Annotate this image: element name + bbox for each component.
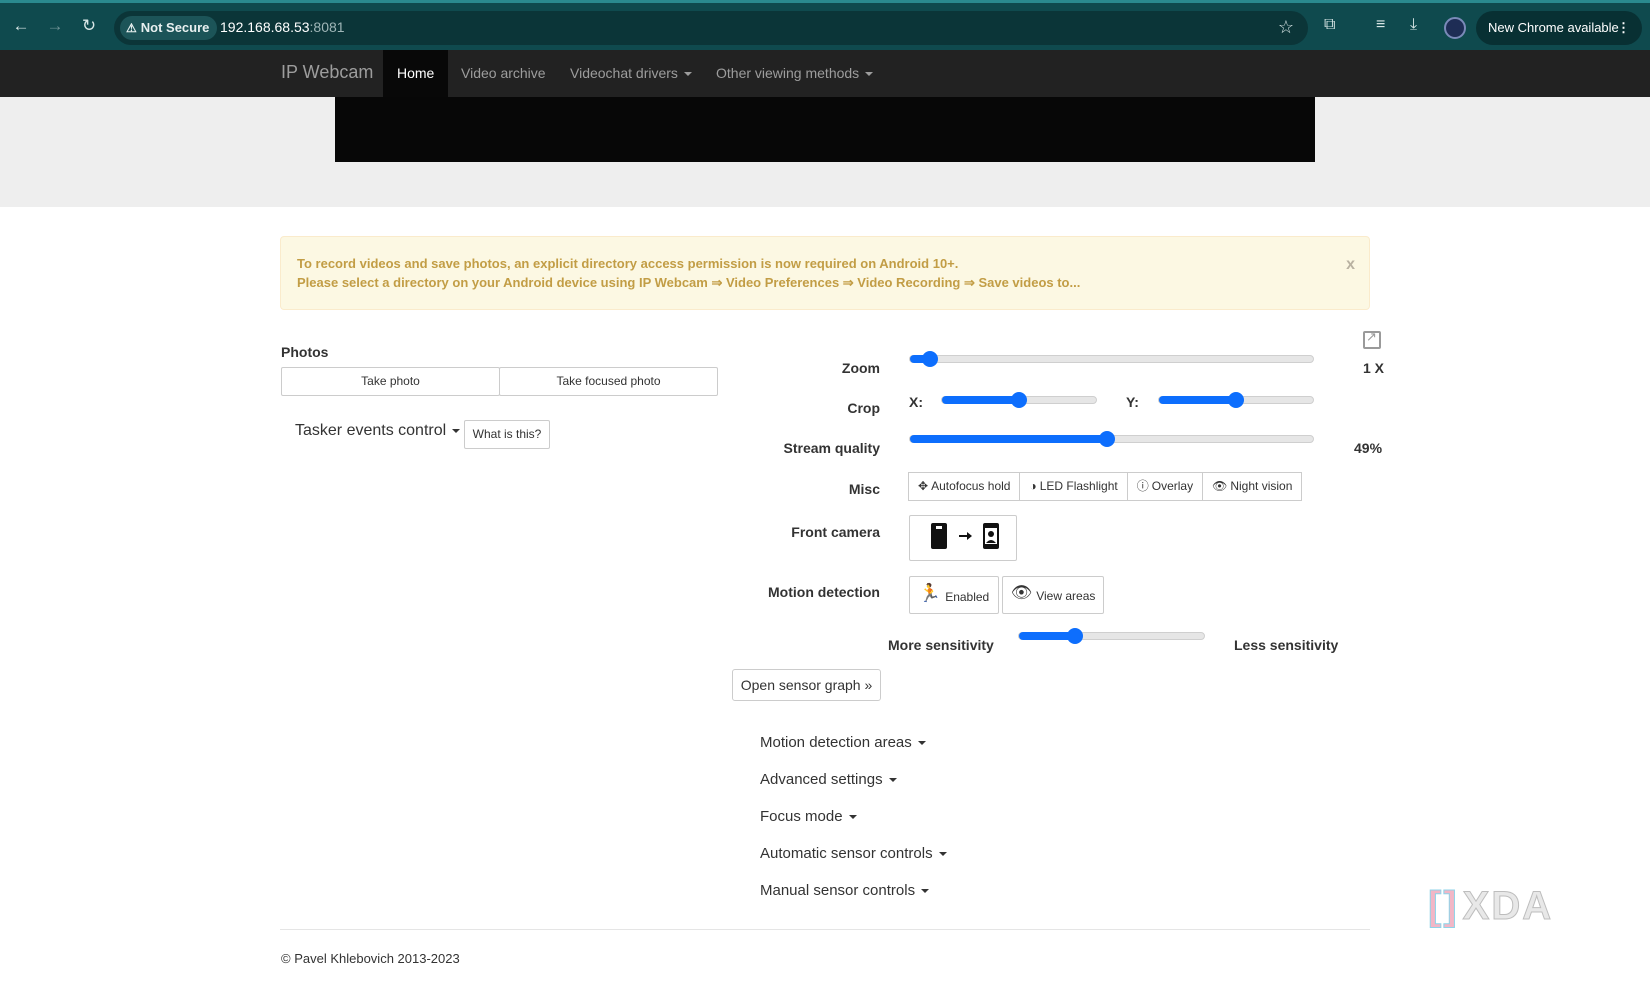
nav-other-viewing-methods[interactable]: Other viewing methods bbox=[702, 50, 887, 97]
caret-down-icon bbox=[921, 889, 930, 894]
more-sensitivity-label: More sensitivity bbox=[888, 637, 994, 653]
crop-y-slider[interactable] bbox=[1158, 392, 1314, 408]
motion-detection-areas-toggle[interactable]: Motion detection areas bbox=[760, 734, 926, 751]
crop-y-label: Y: bbox=[1126, 394, 1139, 410]
eye-icon: 👁 bbox=[1010, 583, 1033, 602]
view-areas-button[interactable]: 👁 View areas bbox=[1002, 576, 1104, 614]
night-vision-button[interactable]: 👁 Night vision bbox=[1202, 472, 1303, 501]
advanced-settings-toggle[interactable]: Advanced settings bbox=[760, 771, 897, 788]
motion-detection-label: Motion detection bbox=[768, 584, 880, 600]
footer-divider bbox=[280, 929, 1370, 930]
stream-quality-value: 49% bbox=[1354, 440, 1383, 456]
crop-x-label: X: bbox=[909, 394, 923, 410]
running-person-icon: 🏃 bbox=[918, 583, 942, 603]
extensions-icon[interactable]: ⧉ bbox=[1324, 16, 1335, 34]
what-is-this-button[interactable]: What is this? bbox=[464, 420, 550, 449]
contrast-icon: ◑ bbox=[1029, 479, 1037, 493]
crop-x-slider[interactable] bbox=[941, 392, 1097, 408]
download-icon[interactable]: ⤓ bbox=[1410, 16, 1417, 34]
media-queue-icon[interactable]: ≡ bbox=[1376, 16, 1385, 34]
caret-down-icon bbox=[888, 778, 897, 783]
xda-watermark: [] XDA bbox=[1428, 884, 1554, 929]
focus-mode-toggle[interactable]: Focus mode bbox=[760, 808, 857, 825]
info-icon: ⓘ bbox=[1136, 479, 1149, 493]
alert-line-2: Please select a directory on your Androi… bbox=[297, 275, 1081, 290]
eye-icon: 👁 bbox=[1212, 479, 1228, 493]
photos-label: Photos bbox=[281, 344, 329, 360]
crop-label: Crop bbox=[847, 400, 880, 416]
crosshair-icon: ✥ bbox=[918, 479, 929, 493]
misc-button-group: ✥ Autofocus hold ◑ LED Flashlight ⓘ Overlay… bbox=[908, 472, 1303, 501]
security-chip[interactable]: ⚠ Not Secure bbox=[120, 16, 218, 40]
caret-down-icon bbox=[938, 852, 947, 857]
zoom-slider[interactable] bbox=[909, 351, 1314, 367]
address-bar[interactable]: ⚠ Not Secure 192.168.68.53:8081 ☆ bbox=[114, 11, 1308, 45]
caret-down-icon bbox=[917, 741, 926, 746]
sensitivity-slider[interactable] bbox=[1018, 628, 1205, 644]
caret-down-icon bbox=[848, 815, 857, 820]
open-sensor-graph-button[interactable]: Open sensor graph » bbox=[732, 669, 881, 701]
nav-home[interactable]: Home bbox=[383, 50, 449, 97]
update-chrome-button[interactable]: New Chrome available ⋮ bbox=[1476, 11, 1642, 45]
reload-icon[interactable]: ↻ bbox=[78, 15, 100, 37]
misc-label: Misc bbox=[848, 481, 880, 497]
overlay-button[interactable]: ⓘ Overlay bbox=[1126, 472, 1204, 501]
permission-alert: To record videos and save photos, an exp… bbox=[280, 236, 1370, 310]
back-icon[interactable]: ← bbox=[10, 15, 32, 37]
caret-down-icon bbox=[865, 72, 874, 77]
profile-avatar[interactable] bbox=[1444, 17, 1466, 39]
front-camera-label: Front camera bbox=[791, 524, 880, 540]
crop-x-slider-thumb[interactable] bbox=[1011, 392, 1027, 408]
bookmark-star-icon[interactable]: ☆ bbox=[1278, 17, 1294, 38]
caret-down-icon bbox=[452, 428, 461, 433]
brand-logo[interactable]: IP Webcam bbox=[281, 62, 373, 83]
led-flashlight-button[interactable]: ◑ LED Flashlight bbox=[1019, 472, 1128, 501]
stream-quality-slider-thumb[interactable] bbox=[1099, 431, 1116, 447]
url-text[interactable]: 192.168.68.53:8081 bbox=[220, 19, 345, 35]
zoom-slider-thumb[interactable] bbox=[922, 351, 939, 367]
external-link-icon[interactable] bbox=[1363, 329, 1381, 349]
alert-line-1: To record videos and save photos, an exp… bbox=[297, 256, 959, 271]
crop-y-slider-fill bbox=[1159, 396, 1236, 404]
close-icon[interactable]: x bbox=[1346, 255, 1355, 274]
zoom-value: 1 X bbox=[1363, 360, 1385, 376]
forward-icon[interactable]: → bbox=[44, 15, 66, 37]
manual-sensor-controls-toggle[interactable]: Manual sensor controls bbox=[760, 882, 930, 899]
nav-videochat-drivers[interactable]: Videochat drivers bbox=[556, 50, 706, 97]
stream-quality-label: Stream quality bbox=[783, 440, 880, 456]
browser-toolbar: ← → ↻ ⚠ Not Secure 192.168.68.53:8081 ☆ ⧉… bbox=[0, 0, 1650, 50]
take-photo-button[interactable]: Take photo bbox=[281, 367, 500, 396]
stream-quality-slider[interactable] bbox=[909, 431, 1314, 447]
automatic-sensor-controls-toggle[interactable]: Automatic sensor controls bbox=[760, 845, 947, 862]
caret-down-icon bbox=[683, 72, 692, 77]
video-area bbox=[0, 97, 1650, 207]
menu-dots-icon[interactable]: ⋮ bbox=[1617, 11, 1630, 45]
tasker-events-toggle[interactable]: Tasker events control bbox=[295, 422, 461, 440]
xda-logo-icon: [] bbox=[1428, 884, 1459, 929]
footer-copyright: © Pavel Khlebovich 2013-2023 bbox=[281, 951, 460, 966]
motion-enabled-button[interactable]: 🏃 Enabled bbox=[909, 576, 999, 614]
autofocus-hold-button[interactable]: ✥ Autofocus hold bbox=[908, 472, 1021, 501]
camera-switch-icon bbox=[931, 523, 999, 549]
zoom-label: Zoom bbox=[841, 360, 880, 376]
less-sensitivity-label: Less sensitivity bbox=[1234, 637, 1339, 653]
site-navbar: IP Webcam Home Video archive Videochat d… bbox=[0, 50, 1650, 97]
front-camera-toggle-button[interactable] bbox=[909, 515, 1017, 561]
crop-x-slider-fill bbox=[942, 396, 1019, 404]
video-stream[interactable] bbox=[335, 97, 1315, 162]
stream-quality-slider-fill bbox=[910, 435, 1108, 443]
sensitivity-slider-thumb[interactable] bbox=[1066, 628, 1083, 644]
take-focused-photo-button[interactable]: Take focused photo bbox=[499, 367, 718, 396]
crop-y-slider-thumb[interactable] bbox=[1228, 392, 1244, 408]
nav-video-archive[interactable]: Video archive bbox=[447, 50, 560, 97]
warning-icon: ⚠ bbox=[126, 21, 137, 35]
